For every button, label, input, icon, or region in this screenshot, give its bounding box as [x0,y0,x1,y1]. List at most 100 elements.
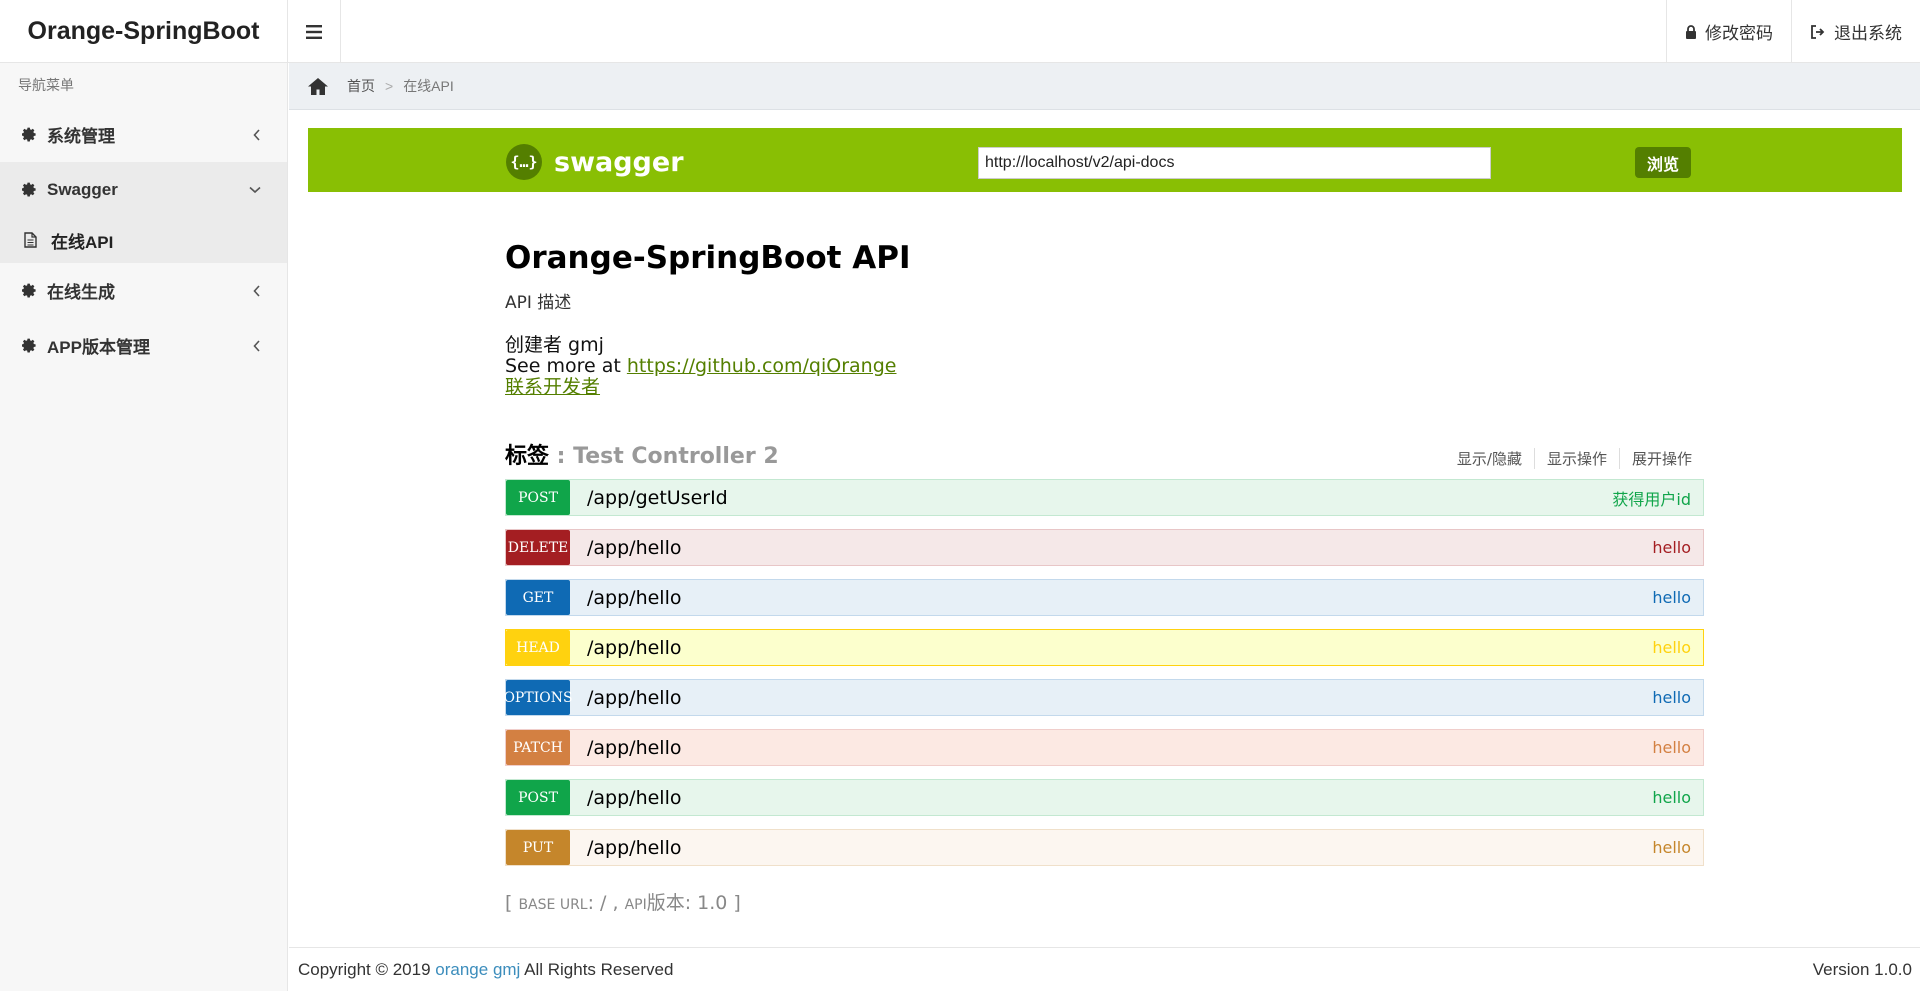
http-method-badge[interactable]: PATCH [506,730,570,765]
operation-summary[interactable]: hello [1652,630,1691,665]
file-text-icon [24,232,37,248]
hamburger-icon [306,24,322,39]
sidebar-item-label: Swagger [47,179,118,199]
expand-operations-link[interactable]: 展开操作 [1618,448,1692,469]
sidebar-header: 导航菜单 [18,77,74,93]
operation-row[interactable]: POST/app/getUserId 获得用户id [505,479,1704,516]
show-hide-link[interactable]: 显示/隐藏 [1445,448,1534,469]
sidebar-subitem-label: 在线API [51,232,114,252]
operation-path[interactable]: /app/hello [587,737,681,759]
api-info: 创建者 gmj See more at https://github.com/q… [505,335,896,398]
base-url-label: BASE URL [518,897,588,913]
operation-row[interactable]: HEAD/app/hello hello [505,629,1704,666]
operation-path[interactable]: /app/hello [587,837,681,859]
app-brand[interactable]: Orange-SpringBoot [0,0,288,63]
operation-path[interactable]: /app/getUserId [587,487,728,509]
operation-summary[interactable]: hello [1652,680,1691,715]
chevron-left-icon [253,284,260,297]
change-password-label: 修改密码 [1705,24,1773,43]
gear-icon [22,182,36,197]
sidebar-item-system[interactable]: 系统管理 [0,107,287,162]
chevron-left-icon [253,128,260,141]
http-method-badge[interactable]: GET [506,580,570,615]
gear-icon [22,283,36,298]
operation-row[interactable]: PUT/app/hello hello [505,829,1704,866]
author-link[interactable]: orange gmj [435,960,520,979]
tag-label: 标签 [505,444,550,469]
http-method-badge[interactable]: DELETE [506,530,570,565]
operation-summary[interactable]: hello [1652,580,1691,615]
operation-row[interactable]: OPTIONS/app/hello hello [503,679,1704,716]
sidebar-item-label: APP版本管理 [47,338,150,357]
http-method-badge[interactable]: POST [506,480,570,515]
operation-summary[interactable]: hello [1652,530,1691,565]
lock-icon [1686,24,1696,39]
sidebar-item-label: 在线生成 [47,283,115,302]
sidebar-subitem-online-api[interactable]: 在线API [0,217,287,263]
operation-row[interactable]: DELETE/app/hello hello [505,529,1704,566]
operation-path[interactable]: /app/hello [587,687,681,709]
api-title: Orange-SpringBoot API [505,240,911,276]
base-open: [ [505,892,519,914]
page-footer: Copyright © 2019 orange gmj All Rights R… [289,947,1920,991]
base-close: ] [727,892,741,914]
breadcrumb-home-link[interactable]: 首页 [347,76,375,96]
base-url-info: [ BASE URL: / , API版本: 1.0 ] [505,888,741,915]
operation-path[interactable]: /app/hello [587,537,681,559]
sign-out-icon [1811,24,1825,39]
operation-summary[interactable]: hello [1652,780,1691,815]
api-version-label: API [624,897,647,913]
sidebar-item-online-generate[interactable]: 在线生成 [0,263,287,318]
tag-name: : Test Controller 2 [549,444,779,469]
copyright: Copyright © 2019 orange gmj All Rights R… [298,960,673,980]
http-method-badge[interactable]: OPTIONS [503,680,573,715]
swagger-logo-icon: {…} [506,144,542,180]
copyright-prefix: Copyright © 2019 [298,959,436,979]
gear-icon [22,127,36,142]
operation-row[interactable]: PATCH/app/hello hello [505,729,1704,766]
breadcrumb-current: 在线API [403,78,454,94]
api-version-value: 版本: 1.0 [646,892,728,914]
logout-link[interactable]: 退出系统 [1791,0,1920,63]
operation-row[interactable]: POST/app/hello hello [505,779,1704,816]
operation-summary[interactable]: 获得用户id [1612,480,1691,515]
operation-path[interactable]: /app/hello [587,787,681,809]
operation-summary[interactable]: hello [1652,730,1691,765]
logout-label: 退出系统 [1834,24,1902,43]
sidebar-item-app-version[interactable]: APP版本管理 [0,318,287,373]
http-method-badge[interactable]: HEAD [506,630,570,665]
swagger-logo[interactable]: {…} swagger [506,144,684,180]
operations-list: POST/app/getUserId 获得用户id DELETE/app/hello… [503,479,1704,879]
top-navbar: Orange-SpringBoot 修改密码 退出系统 [0,0,1920,63]
api-created-by: 创建者 gmj [505,334,604,356]
contact-developer-link[interactable]: 联系开发者 [505,376,600,398]
sidebar: 导航菜单 系统管理 Swagger 在线API 在线生成 APP版本管理 [0,63,288,991]
sidebar-toggle-button[interactable] [288,0,341,63]
api-description: API 描述 [505,293,572,313]
operation-row[interactable]: GET/app/hello hello [505,579,1704,616]
chevron-down-icon [249,186,261,193]
sidebar-item-label: 系统管理 [47,127,115,146]
swagger-logo-text: swagger [554,146,684,178]
breadcrumb-separator: > [385,78,394,94]
home-icon[interactable] [307,77,329,96]
api-docs-url-input[interactable] [978,147,1491,179]
http-method-badge[interactable]: PUT [506,830,570,865]
sidebar-item-swagger[interactable]: Swagger [0,162,287,217]
http-method-badge[interactable]: POST [506,780,570,815]
change-password-link[interactable]: 修改密码 [1666,0,1791,63]
rights-text: All Rights Reserved [520,959,674,979]
explore-button[interactable]: 浏览 [1635,147,1691,178]
list-operations-link[interactable]: 显示操作 [1533,448,1619,469]
github-link[interactable]: https://github.com/qiOrange [627,355,897,377]
swagger-header-bar: {…} swagger 浏览 [308,128,1902,192]
resource-heading[interactable]: 标签 : Test Controller 2 [505,438,779,470]
version-text: Version 1.0.0 [1812,959,1912,979]
operation-path[interactable]: /app/hello [587,587,681,609]
operation-summary[interactable]: hello [1652,830,1691,865]
resource-options: 显示/隐藏 显示操作 展开操作 [1445,448,1692,469]
chevron-left-icon [253,339,260,352]
base-url-value: : / , [587,892,625,914]
api-see-more: See more at https://github.com/qiOrange [505,356,896,377]
operation-path[interactable]: /app/hello [587,637,681,659]
